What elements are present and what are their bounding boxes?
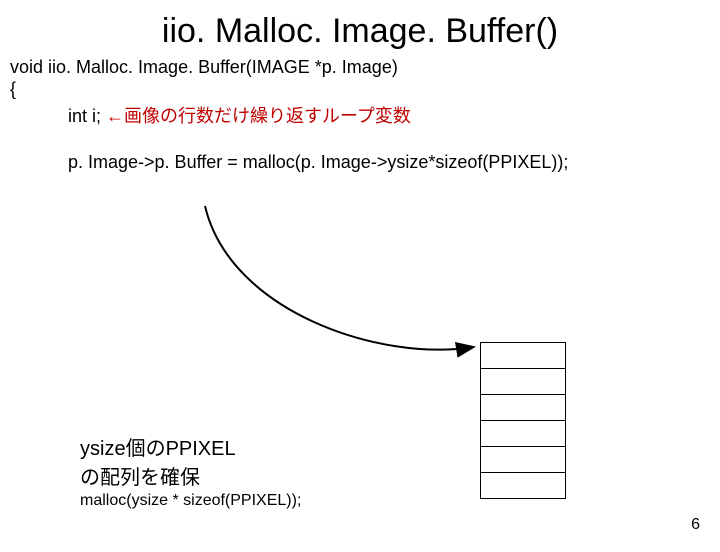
code-open-brace: { — [10, 79, 720, 100]
array-cell — [480, 446, 566, 473]
array-cell — [480, 368, 566, 395]
code-line-2: p. Image->p. Buffer = malloc(p. Image->y… — [68, 152, 720, 173]
page-title: iio. Malloc. Image. Buffer() — [0, 12, 720, 51]
array-cell — [480, 394, 566, 421]
caption-line-1: ysize個のPPIXEL — [80, 432, 301, 461]
code-line-1: int i; ←画像の行数だけ繰り返すループ変数 — [68, 102, 720, 128]
array-cell — [480, 342, 566, 369]
array-cell — [480, 472, 566, 499]
code-line-1-comment: ←画像の行数だけ繰り返すループ変数 — [106, 106, 411, 126]
code-line-1-text: int i; — [68, 106, 106, 126]
caption-line-2: の配列を確保 — [80, 461, 301, 490]
caption-block: ysize個のPPIXEL の配列を確保 malloc(ysize * size… — [80, 432, 301, 510]
caption-line-3: malloc(ysize * sizeof(PPIXEL)); — [80, 492, 301, 510]
array-diagram — [480, 342, 566, 499]
array-cell — [480, 420, 566, 447]
page-number: 6 — [691, 516, 700, 534]
code-signature: void iio. Malloc. Image. Buffer(IMAGE *p… — [10, 57, 720, 79]
